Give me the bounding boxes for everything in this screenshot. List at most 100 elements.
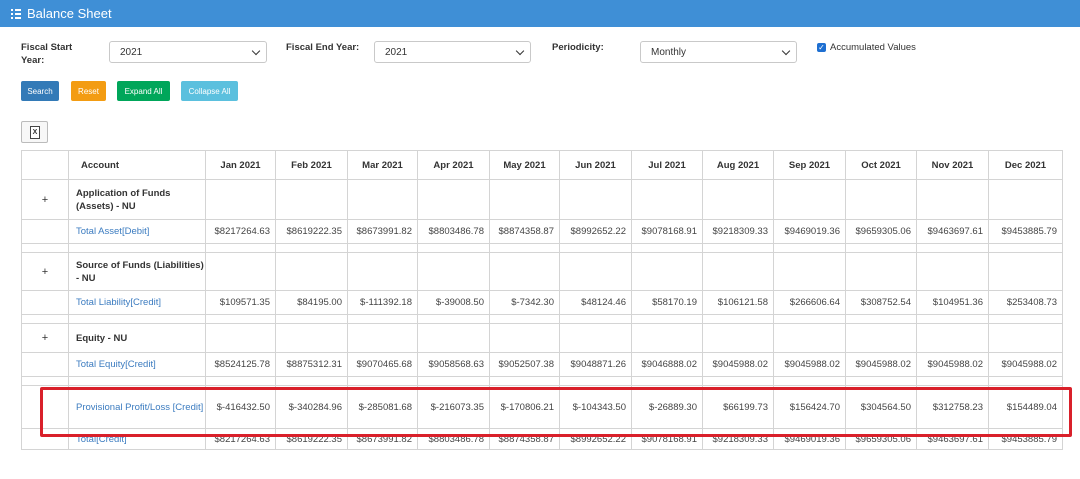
excel-export-button[interactable]: X bbox=[21, 121, 48, 143]
empty-cell bbox=[21, 352, 69, 377]
empty-cell bbox=[205, 179, 276, 220]
expand-toggle[interactable]: + bbox=[21, 252, 69, 291]
column-header: Feb 2021 bbox=[275, 150, 348, 180]
value-cell: $9045988.02 bbox=[916, 352, 989, 377]
fiscal-start-select[interactable]: 2021 bbox=[109, 41, 267, 63]
value-cell: $8217264.63 bbox=[205, 428, 276, 450]
value-cell: $312758.23 bbox=[916, 385, 989, 429]
empty-cell bbox=[845, 179, 917, 220]
chevron-down-icon bbox=[515, 46, 525, 56]
grand-total-label[interactable]: Total[Credit] bbox=[68, 428, 206, 450]
column-header: Dec 2021 bbox=[988, 150, 1063, 180]
empty-cell bbox=[773, 376, 846, 386]
empty-cell bbox=[773, 243, 846, 253]
grand-total-label-link[interactable]: Total[Credit] bbox=[76, 434, 127, 445]
value-cell: $8874358.87 bbox=[489, 428, 560, 450]
column-header: Account bbox=[68, 150, 206, 180]
value-cell: $9078168.91 bbox=[631, 219, 703, 244]
value-cell: $104951.36 bbox=[916, 290, 989, 315]
empty-cell bbox=[702, 314, 774, 324]
total-label[interactable]: Total Equity[Credit] bbox=[68, 352, 206, 377]
column-header: Mar 2021 bbox=[347, 150, 418, 180]
value-cell: $9218309.33 bbox=[702, 428, 774, 450]
empty-cell bbox=[275, 179, 348, 220]
column-header: Aug 2021 bbox=[702, 150, 774, 180]
column-header: Nov 2021 bbox=[916, 150, 989, 180]
value-cell: $9463697.61 bbox=[916, 219, 989, 244]
value-cell: $8875312.31 bbox=[275, 352, 348, 377]
accumulated-values-checkbox[interactable]: ✓ bbox=[817, 43, 826, 52]
empty-cell bbox=[275, 314, 348, 324]
page-header: Balance Sheet bbox=[0, 0, 1080, 27]
value-cell: $9659305.06 bbox=[845, 428, 917, 450]
expand-toggle[interactable]: + bbox=[21, 179, 69, 220]
empty-cell bbox=[988, 179, 1063, 220]
empty-cell bbox=[68, 243, 206, 253]
total-row: Total Asset[Debit] $8217264.63 $8619222.35… bbox=[21, 219, 1063, 244]
total-label-link[interactable]: Total Asset[Debit] bbox=[76, 226, 149, 237]
expand-all-button[interactable]: Expand All bbox=[117, 81, 170, 101]
value-cell: $266606.64 bbox=[773, 290, 846, 315]
value-cell: $8803486.78 bbox=[417, 219, 490, 244]
empty-cell bbox=[702, 179, 774, 220]
value-cell: $154489.04 bbox=[988, 385, 1063, 429]
fiscal-end-select[interactable]: 2021 bbox=[374, 41, 531, 63]
value-cell: $304564.50 bbox=[845, 385, 917, 429]
section-row: + Application of Funds (Assets) - NU bbox=[21, 179, 1063, 220]
empty-cell bbox=[631, 179, 703, 220]
reset-button[interactable]: Reset bbox=[71, 81, 106, 101]
total-label[interactable]: Total Asset[Debit] bbox=[68, 219, 206, 244]
empty-cell bbox=[417, 252, 490, 291]
expand-toggle[interactable]: + bbox=[21, 323, 69, 353]
empty-cell bbox=[347, 179, 418, 220]
value-cell: $8619222.35 bbox=[275, 219, 348, 244]
value-cell: $8803486.78 bbox=[417, 428, 490, 450]
value-cell: $84195.00 bbox=[275, 290, 348, 315]
periodicity-label: Periodicity: bbox=[552, 42, 604, 53]
value-cell: $9045988.02 bbox=[988, 352, 1063, 377]
value-cell: $106121.58 bbox=[702, 290, 774, 315]
empty-cell bbox=[21, 290, 69, 315]
value-cell: $9453885.79 bbox=[988, 428, 1063, 450]
value-cell: $8673991.82 bbox=[347, 219, 418, 244]
section-title: Application of Funds (Assets) - NU bbox=[68, 179, 206, 220]
empty-cell bbox=[631, 323, 703, 353]
search-button[interactable]: Search bbox=[21, 81, 59, 101]
empty-cell bbox=[702, 376, 774, 386]
empty-cell bbox=[417, 179, 490, 220]
value-cell: $-104343.50 bbox=[559, 385, 632, 429]
value-cell: $8619222.35 bbox=[275, 428, 348, 450]
value-cell: $8874358.87 bbox=[489, 219, 560, 244]
column-header: May 2021 bbox=[489, 150, 560, 180]
value-cell: $156424.70 bbox=[773, 385, 846, 429]
periodicity-select[interactable]: Monthly bbox=[640, 41, 797, 63]
value-cell: $9045988.02 bbox=[773, 352, 846, 377]
total-label-link[interactable]: Total Liability[Credit] bbox=[76, 297, 161, 308]
chevron-down-icon bbox=[251, 46, 261, 56]
provisional-label[interactable]: Provisional Profit/Loss [Credit] bbox=[68, 385, 206, 429]
value-cell: $9046888.02 bbox=[631, 352, 703, 377]
list-icon bbox=[11, 8, 21, 19]
empty-cell bbox=[631, 376, 703, 386]
empty-cell bbox=[916, 179, 989, 220]
value-cell: $9070465.68 bbox=[347, 352, 418, 377]
value-cell: $-416432.50 bbox=[205, 385, 276, 429]
total-label-link[interactable]: Total Equity[Credit] bbox=[76, 359, 156, 370]
value-cell: $-285081.68 bbox=[347, 385, 418, 429]
value-cell: $308752.54 bbox=[845, 290, 917, 315]
value-cell: $-7342.30 bbox=[489, 290, 560, 315]
total-label[interactable]: Total Liability[Credit] bbox=[68, 290, 206, 315]
value-cell: $-216073.35 bbox=[417, 385, 490, 429]
value-cell: $9048871.26 bbox=[559, 352, 632, 377]
table-header-row: Account Jan 2021 Feb 2021 Mar 2021 Apr 2… bbox=[21, 150, 1063, 180]
collapse-all-button[interactable]: Collapse All bbox=[181, 81, 238, 101]
value-cell: $9218309.33 bbox=[702, 219, 774, 244]
expander-header bbox=[21, 150, 69, 180]
provisional-label-link[interactable]: Provisional Profit/Loss [Credit] bbox=[76, 402, 203, 413]
value-cell: $8524125.78 bbox=[205, 352, 276, 377]
fiscal-end-label: Fiscal End Year: bbox=[286, 42, 360, 53]
value-cell: $9659305.06 bbox=[845, 219, 917, 244]
chevron-down-icon bbox=[781, 46, 791, 56]
empty-cell bbox=[489, 252, 560, 291]
page-title: Balance Sheet bbox=[27, 6, 112, 21]
